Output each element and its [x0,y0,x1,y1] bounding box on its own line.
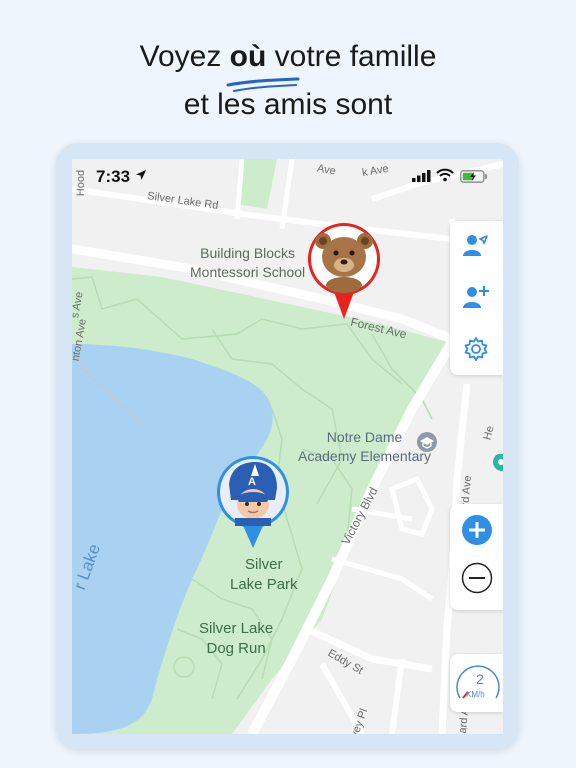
teddy-bear-marker[interactable] [306,221,382,321]
headline-emphasis: où [229,40,267,73]
share-location-button[interactable] [460,229,492,261]
zoom-in-button[interactable] [461,514,493,546]
poi-building-blocks[interactable]: Building Blocks Montessori School [190,244,305,282]
person-add-icon [463,286,489,308]
status-bar: 7:33 [72,159,503,193]
person-location-icon [463,235,488,256]
zoom-out-button[interactable] [461,562,493,594]
map-side-toolbar [450,221,503,375]
app-screen: Silver Lake Rd Ave Hood Forest Ave Victo… [72,159,503,734]
school-icon [417,432,437,452]
poi-dog-run[interactable]: Silver Lake Dog Run [199,619,273,659]
poi-silver-lake-park[interactable]: Silver Lake Park [230,555,298,595]
headline-line-2: et les amis sont [183,88,393,121]
signal-bars-icon [412,170,431,182]
status-time: 7:33 [96,167,131,186]
battery-charging-icon [460,170,487,183]
svg-text:A: A [248,476,256,488]
speed-unit: KM/h [466,690,485,699]
headline-line-1: Voyez où votre famille [0,40,576,74]
speed-value: 2 [476,671,484,687]
poi-notre-dame[interactable]: Notre Dame Academy Elementary [298,428,431,466]
settings-button[interactable] [460,333,492,365]
headline-text-end: votre famille [266,40,437,73]
add-person-button[interactable] [460,281,492,313]
location-arrow-icon [136,170,146,180]
wifi-icon [436,168,454,182]
headline-text-start: Voyez [139,40,230,73]
attraction-icon [493,454,503,471]
captain-america-kid-marker[interactable]: A [215,454,291,550]
gear-icon [464,337,488,361]
zoom-controls [450,504,503,610]
speedometer: 2 KM/h [450,654,503,712]
